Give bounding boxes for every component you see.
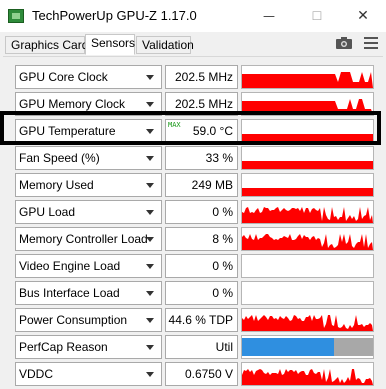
sensor-row-memory-used: Memory Used 249 MB [3,173,383,197]
sensor-graph [241,65,374,89]
sensor-name-label: Power Consumption [19,313,128,327]
max-indicator: MAX [168,121,181,129]
sensor-graph [241,362,374,386]
camera-icon[interactable] [336,37,352,49]
sensor-row-power-consumption: Power Consumption 44.6 % TDP [3,308,383,332]
sensor-value-field: 202.5 MHz [165,92,238,116]
sensor-value-field: 33 % [165,146,238,170]
sensor-graph [241,281,374,305]
sensor-name-dropdown[interactable]: GPU Temperature [15,119,162,143]
chevron-down-icon[interactable] [146,129,154,134]
title-bar: TechPowerUp GPU-Z 1.17.0 — ☐ ✕ [0,0,386,32]
sensor-graph [241,200,374,224]
sensor-name-label: GPU Load [19,205,76,219]
sensor-name-label: GPU Core Clock [19,70,108,84]
sensor-value: 0 % [212,286,233,300]
sensor-value: 44.6 % TDP [168,313,233,327]
sensor-value-field: Util [165,335,238,359]
close-button[interactable]: ✕ [340,0,386,32]
chevron-down-icon[interactable] [146,264,154,269]
sensor-value-field: 0 % [165,254,238,278]
chevron-down-icon[interactable] [146,75,154,80]
chevron-down-icon[interactable] [146,345,154,350]
sensor-graph [241,335,374,359]
sensor-name-dropdown[interactable]: VDDC [15,362,162,386]
sensor-row-gpu-temperature: GPU Temperature MAX 59.0 °C [3,119,383,143]
sensor-row-memory-controller-load: Memory Controller Load 8 % [3,227,383,251]
sensor-row-gpu-memory-clock: GPU Memory Clock 202.5 MHz [3,92,383,116]
sensor-name-dropdown[interactable]: Video Engine Load [15,254,162,278]
tab-graphics-card[interactable]: Graphics Card [5,36,88,54]
sensor-name-label: Fan Speed (%) [19,151,100,165]
sensor-value: 0 % [212,205,233,219]
chevron-down-icon[interactable] [146,156,154,161]
sensors-panel: GPU Core Clock 202.5 MHz GPU Memory Cloc… [3,56,383,389]
sensor-name-label: Video Engine Load [19,259,121,273]
hamburger-menu-icon[interactable] [364,37,378,49]
sensor-row-bus-interface-load: Bus Interface Load 0 % [3,281,383,305]
sensor-value-field: 0 % [165,281,238,305]
sensor-name-label: Bus Interface Load [19,286,120,300]
sensor-name-dropdown[interactable]: Bus Interface Load [15,281,162,305]
sensor-value-field: 202.5 MHz [165,65,238,89]
sensor-graph [241,308,374,332]
sensor-name-label: PerfCap Reason [19,340,108,354]
sensor-graph [241,227,374,251]
sensor-row-video-engine-load: Video Engine Load 0 % [3,254,383,278]
sensor-name-label: VDDC [19,367,54,381]
sensor-name-dropdown[interactable]: PerfCap Reason [15,335,162,359]
sensor-value-field: 0.6750 V [165,362,238,386]
window-title: TechPowerUp GPU-Z 1.17.0 [32,8,197,23]
chevron-down-icon[interactable] [146,102,154,107]
sensor-name-dropdown[interactable]: GPU Load [15,200,162,224]
tab-sensors[interactable]: Sensors [85,34,135,55]
chevron-down-icon[interactable] [146,291,154,296]
sensor-value: 0 % [212,259,233,273]
sensor-value: 249 MB [191,178,233,192]
sensor-row-gpu-core-clock: GPU Core Clock 202.5 MHz [3,65,383,89]
chevron-down-icon[interactable] [146,372,154,377]
tab-validation[interactable]: Validation [136,36,194,54]
sensor-row-fan-speed: Fan Speed (%) 33 % [3,146,383,170]
sensor-value: 33 % [205,151,233,165]
sensor-value-field: 0 % [165,200,238,224]
sensor-row-perfcap-reason: PerfCap Reason Util [3,335,383,359]
sensor-value-field: 8 % [165,227,238,251]
gpu-z-app-icon [8,9,24,23]
minimize-button[interactable]: — [246,0,292,32]
sensor-name-dropdown[interactable]: GPU Memory Clock [15,92,162,116]
sensor-name-dropdown[interactable]: Fan Speed (%) [15,146,162,170]
sensor-row-vddc: VDDC 0.6750 V [3,362,383,386]
sensor-value: Util [215,340,233,354]
sensor-value-field: 249 MB [165,173,238,197]
sensor-value: 202.5 MHz [174,97,233,111]
sensor-name-label: Memory Controller Load [19,232,148,246]
sensor-value-field: 44.6 % TDP [165,308,238,332]
sensor-name-label: Memory Used [19,178,94,192]
sensor-name-label: GPU Memory Clock [19,97,126,111]
sensor-graph [241,254,374,278]
sensor-name-dropdown[interactable]: Memory Used [15,173,162,197]
sensor-value: 8 % [212,232,233,246]
sensor-value-field: MAX 59.0 °C [165,119,238,143]
sensor-graph [241,173,374,197]
sensor-value: 202.5 MHz [174,70,233,84]
sensor-graph [241,146,374,170]
sensor-row-gpu-load: GPU Load 0 % [3,200,383,224]
chevron-down-icon[interactable] [146,210,154,215]
tab-strip: Graphics Card Sensors Validation [0,32,386,56]
sensor-name-dropdown[interactable]: Memory Controller Load [15,227,162,251]
maximize-button[interactable]: ☐ [294,0,340,32]
sensor-graph [241,119,374,143]
sensor-name-label: GPU Temperature [19,124,116,138]
chevron-down-icon[interactable] [146,237,154,242]
sensor-name-dropdown[interactable]: GPU Core Clock [15,65,162,89]
sensor-name-dropdown[interactable]: Power Consumption [15,308,162,332]
sensor-value: 59.0 °C [192,124,233,138]
sensor-value: 0.6750 V [184,367,233,381]
chevron-down-icon[interactable] [146,318,154,323]
chevron-down-icon[interactable] [146,183,154,188]
sensor-graph [241,92,374,116]
